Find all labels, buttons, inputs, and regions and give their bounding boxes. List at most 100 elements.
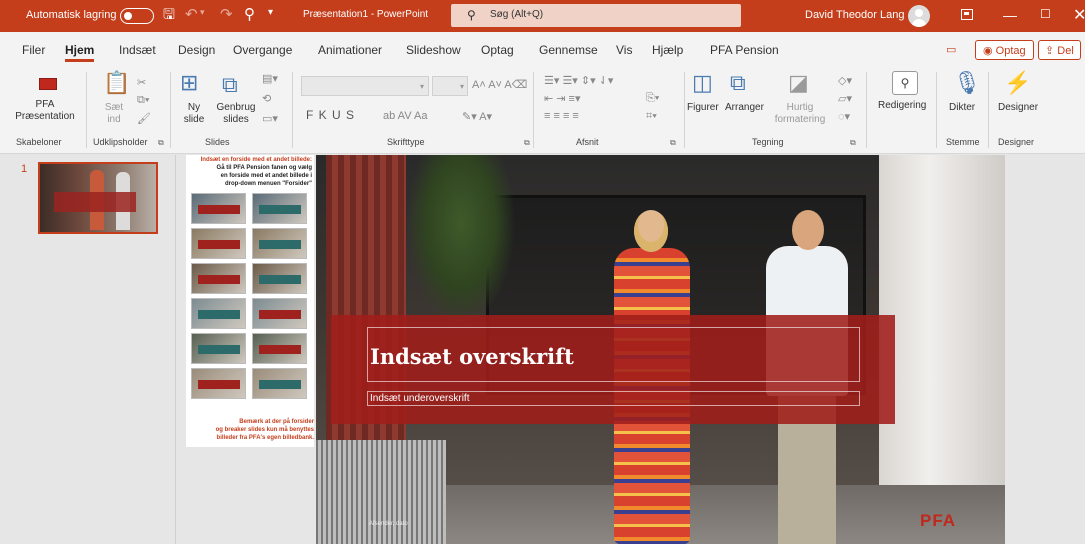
tab-hjaelp[interactable]: Hjælp	[652, 43, 683, 57]
tab-optag[interactable]: Optag	[481, 43, 514, 57]
font-effects-icon[interactable]: ab AV Aa	[383, 110, 427, 122]
new-slide-button[interactable]: Ny slide	[174, 102, 214, 126]
arrange-button[interactable]: Arranger	[725, 102, 764, 114]
avatar[interactable]	[908, 5, 930, 27]
redo-icon[interactable]: ↷	[220, 5, 233, 23]
tab-gennemse[interactable]: Gennemse	[539, 43, 598, 57]
head	[792, 210, 824, 250]
font-name-field[interactable]: ▾	[301, 76, 429, 96]
tab-overgange[interactable]: Overgange	[233, 43, 292, 57]
list-icons[interactable]: ☰▾ ☰▾ ⇕▾ ⇃▾	[544, 74, 613, 87]
designer-button[interactable]: Designer	[998, 102, 1038, 114]
record-button[interactable]: ◉ Optag	[975, 40, 1034, 60]
paste-label-line1: Sæt	[104, 102, 124, 113]
autosave-label: Automatisk lagring	[26, 9, 117, 21]
group-label-tegning: Tegning	[752, 137, 784, 147]
font-grow-shrink-icon[interactable]: A˄ A˅ A⌫	[472, 78, 527, 91]
pfa-template-icon	[39, 78, 57, 90]
maximize-icon[interactable]: ☐	[1040, 7, 1051, 21]
quick-styles-line2: formatering	[774, 114, 826, 125]
group-label-udklipsholder: Udklipsholder	[93, 137, 148, 147]
instruction-line: drop-down menuen "Forsider"	[224, 181, 312, 187]
title-band: Indsæt overskrift Indsæt underoverskrift	[331, 315, 895, 424]
dictate-button[interactable]: Dikter	[949, 102, 975, 114]
reuse-slides-button[interactable]: Genbrug slides	[214, 102, 258, 126]
font-launcher-icon[interactable]: ⧉	[524, 138, 530, 148]
ribbon-display-icon[interactable]	[961, 9, 973, 20]
shape-effects-icon[interactable]: ◌▾	[838, 110, 850, 123]
minimize-icon[interactable]: —	[1003, 7, 1017, 23]
user-name[interactable]: David Theodor Lang	[805, 9, 904, 21]
ribbon: PFA Præsentation Skabeloner 📋 Sæt ind ✂ …	[0, 66, 1085, 154]
sender-date-text[interactable]: Afsender, dato	[369, 521, 408, 527]
quick-styles-line1: Hurtig	[786, 102, 814, 113]
search-input[interactable]: ⚲ Søg (Alt+Q)	[451, 4, 741, 27]
autosave-toggle[interactable]	[120, 8, 154, 24]
tab-vis[interactable]: Vis	[616, 43, 632, 57]
cover-option-thumbnail	[191, 368, 246, 399]
search-icon: ⚲	[467, 8, 476, 22]
paste-label-line2: ind	[107, 114, 121, 125]
editing-button[interactable]: Redigering	[878, 100, 926, 112]
cover-option-thumbnail	[191, 193, 246, 224]
highlight-fontcolor-icon[interactable]: ✎▾ A▾	[462, 110, 492, 123]
shape-outline-icon[interactable]: ▱▾	[838, 92, 852, 105]
customize-icon[interactable]: ▾	[268, 7, 273, 18]
tab-design[interactable]: Design	[178, 43, 215, 57]
new-slide-line1: Ny	[187, 102, 201, 113]
slide[interactable]: Indsæt overskrift Indsæt underoverskrift…	[316, 155, 1005, 544]
layout-icon[interactable]: ▤▾	[262, 72, 278, 85]
cover-option-band	[198, 310, 240, 319]
font-format-buttons[interactable]: F K U S	[306, 108, 355, 122]
group-label-afsnit: Afsnit	[576, 137, 599, 147]
share-button[interactable]: ⇪ Del	[1038, 40, 1081, 60]
font-size-field[interactable]: ▾	[432, 76, 468, 96]
save-icon[interactable]: 🖫	[163, 6, 177, 22]
title-placeholder[interactable]: Indsæt overskrift	[367, 327, 860, 382]
paste-button[interactable]: Sæt ind	[96, 102, 132, 126]
tab-pfa-pension[interactable]: PFA Pension	[710, 43, 779, 57]
instruction-footer: Bemærk at der på forsider og breaker sli…	[186, 418, 314, 442]
undo-dropdown-icon[interactable]: ▾	[200, 7, 205, 18]
instruction-footer-line: billeder fra PFA's egen billedbank.	[216, 435, 314, 441]
pfa-presentation-button[interactable]: PFA Præsentation	[12, 99, 78, 123]
format-painter-icon[interactable]: 🖌	[137, 112, 151, 125]
comments-icon[interactable]: ▭	[946, 43, 956, 56]
tab-animationer[interactable]: Animationer	[318, 43, 382, 57]
paragraph-launcher-icon[interactable]: ⧉	[670, 138, 676, 148]
pfa-label-line1: PFA	[35, 99, 55, 110]
tab-slideshow[interactable]: Slideshow	[406, 43, 461, 57]
cover-option-thumbnail	[252, 193, 307, 224]
tab-indsaet[interactable]: Indsæt	[119, 43, 156, 57]
section-icon[interactable]: ▭▾	[262, 112, 278, 125]
undo-icon[interactable]: ↶	[185, 5, 198, 23]
paste-icon: 📋	[103, 70, 131, 95]
tab-hjem[interactable]: Hjem	[65, 43, 95, 62]
presenter-icon[interactable]: ⚲	[244, 5, 255, 23]
record-icon: ◉	[983, 45, 996, 57]
shapes-button[interactable]: Figurer	[687, 102, 719, 114]
cover-option-thumbnail	[191, 298, 246, 329]
reuse-slides-icon: ⧉	[222, 72, 238, 97]
divider	[988, 72, 989, 148]
cut-icon[interactable]: ✂	[137, 76, 146, 89]
drawing-launcher-icon[interactable]: ⧉	[850, 138, 856, 148]
close-icon[interactable]: ✕	[1073, 5, 1085, 25]
clipboard-launcher-icon[interactable]: ⧉	[158, 138, 164, 148]
indent-icons[interactable]: ⇤ ⇥ ≡▾	[544, 92, 581, 105]
background-plant	[406, 155, 516, 325]
reset-icon[interactable]: ⟲	[262, 92, 271, 105]
pfa-logo: PFA	[920, 511, 957, 530]
quick-styles-button[interactable]: Hurtig formatering	[770, 102, 830, 126]
align-icons[interactable]: ≡ ≡ ≡ ≡	[544, 110, 579, 122]
size-dropdown-icon: ▾	[459, 82, 464, 91]
shape-fill-icon[interactable]: ◇▾	[838, 74, 852, 87]
smartart-icon[interactable]: ⌗▾	[646, 110, 657, 123]
slide-thumbnail[interactable]	[38, 162, 158, 234]
subtitle-placeholder[interactable]: Indsæt underoverskrift	[367, 391, 860, 406]
tab-filer[interactable]: Filer	[22, 43, 45, 57]
text-direction-icon[interactable]: ⎘▾	[646, 92, 659, 105]
copy-icon[interactable]: ⧉▾	[137, 94, 149, 107]
cover-option-band	[259, 205, 301, 214]
group-label-slides: Slides	[205, 137, 230, 147]
